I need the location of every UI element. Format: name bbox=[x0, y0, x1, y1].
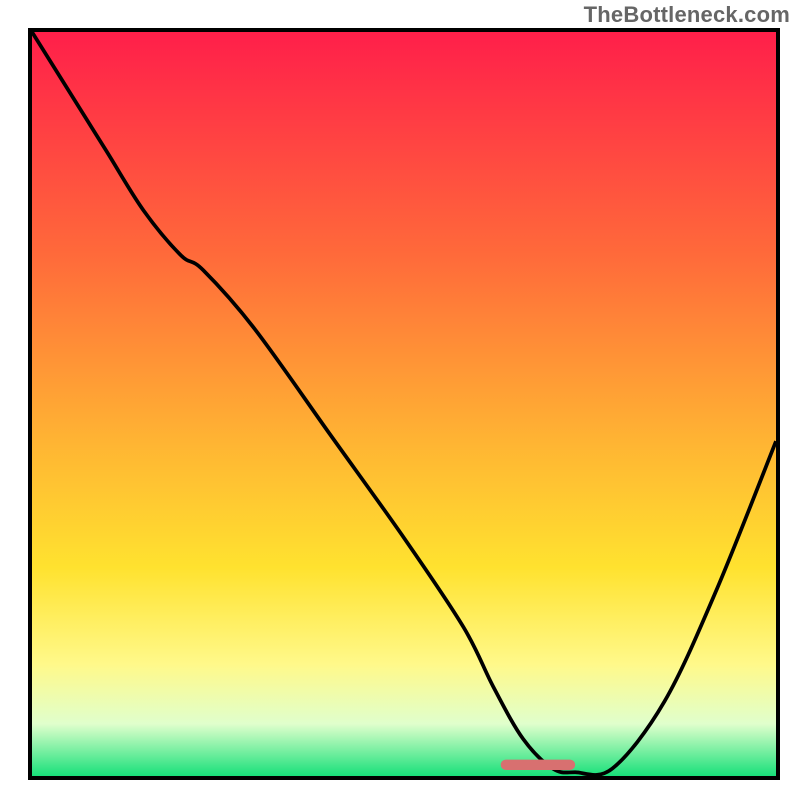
watermark-text: TheBottleneck.com bbox=[584, 2, 790, 28]
gradient-background bbox=[32, 32, 776, 776]
plot-frame bbox=[28, 28, 780, 780]
optimal-marker bbox=[501, 760, 575, 770]
chart-stage: TheBottleneck.com bbox=[0, 0, 800, 800]
plot-svg bbox=[32, 32, 776, 776]
